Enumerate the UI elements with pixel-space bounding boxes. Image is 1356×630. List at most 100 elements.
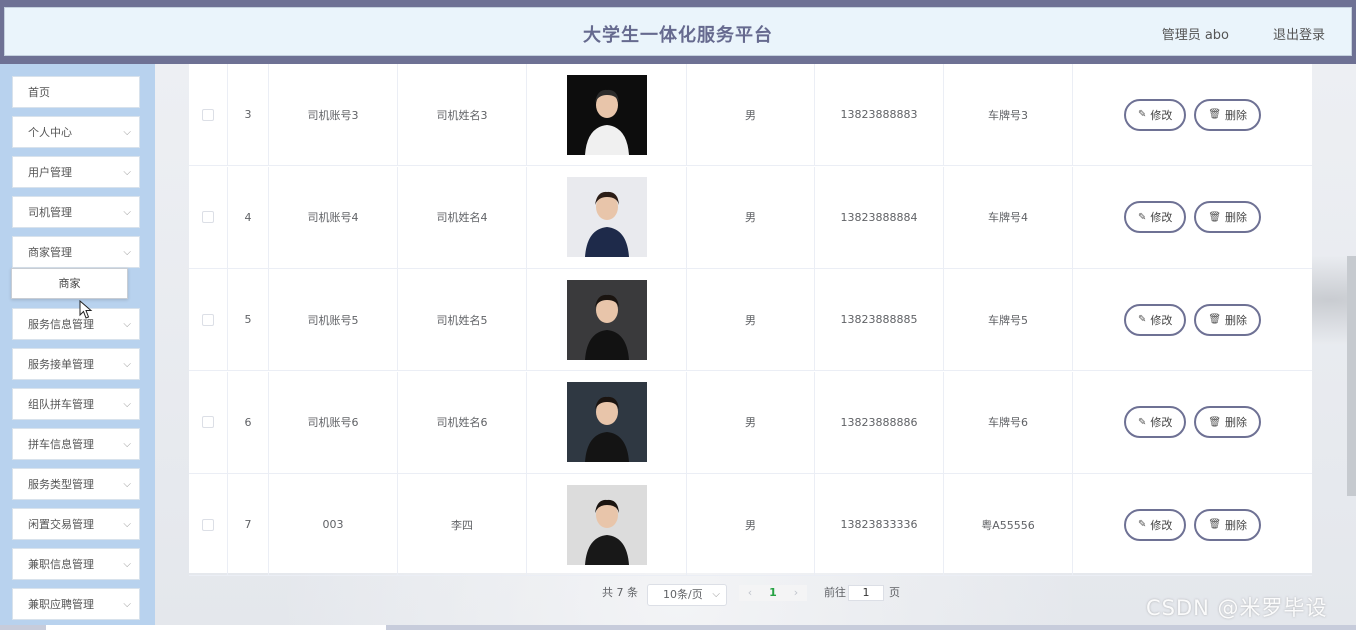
- table-row: 4 司机账号4 司机姓名4 男 13823888884 车牌号4 ✎ 修改 🗑 删除: [189, 166, 1312, 269]
- driver-account: 司机账号5: [269, 269, 398, 370]
- driver-plate-text: 车牌号5: [988, 313, 1028, 327]
- driver-plate-text: 车牌号4: [988, 211, 1028, 224]
- driver-photo: [566, 74, 647, 155]
- delete-button[interactable]: 🗑 删除: [1194, 201, 1262, 233]
- driver-name: 司机姓名6: [398, 371, 527, 473]
- trash-icon: 🗑: [1208, 416, 1222, 428]
- edit-button[interactable]: ✎ 修改: [1123, 508, 1187, 541]
- chevron-down-icon: ⌵: [123, 319, 131, 330]
- driver-table: 3 司机账号3 司机姓名3 男 13823888883 车牌号3 ✎ 修改 🗑 删除 4 司机账号4 司…: [189, 64, 1312, 576]
- sidebar-item[interactable]: 服务接单管理 ⌵: [12, 348, 140, 380]
- row-checkbox[interactable]: [202, 313, 214, 326]
- row-checkbox-cell: [189, 269, 228, 370]
- goto-page-input[interactable]: 1: [848, 585, 884, 601]
- top-accent-bar: [0, 0, 1356, 7]
- sidebar-item[interactable]: 司机管理 ⌵: [12, 196, 140, 228]
- edit-label: 修改: [1150, 518, 1173, 532]
- bottom-strip: [0, 625, 1356, 630]
- driver-photo-cell: [527, 64, 687, 165]
- delete-label: 删除: [1225, 416, 1248, 429]
- row-actions: ✎ 修改 🗑 删除: [1073, 372, 1312, 473]
- delete-button[interactable]: 🗑 删除: [1194, 406, 1262, 438]
- driver-plate: 车牌号3: [944, 64, 1073, 165]
- sidebar-item[interactable]: 兼职应聘管理 ⌵: [12, 588, 140, 620]
- driver-phone: 13823888886: [815, 371, 944, 473]
- delete-label: 删除: [1225, 518, 1248, 532]
- header: 大学生一体化服务平台 管理员 abo 退出登录: [0, 7, 1356, 64]
- sidebar-item[interactable]: 商家管理 ⌵: [12, 236, 140, 268]
- driver-plate: 粤A55556: [944, 474, 1073, 575]
- row-checkbox[interactable]: [202, 211, 214, 223]
- sidebar-item[interactable]: 个人中心 ⌵: [12, 116, 140, 148]
- sidebar-item[interactable]: 首页: [12, 76, 140, 108]
- submenu-item-merchant[interactable]: 商家: [11, 268, 128, 299]
- table-row: 7 003 李四男 13823833336 粤A55556 ✎ 修改 🗑 删除: [189, 474, 1312, 576]
- sidebar-item[interactable]: 兼职信息管理 ⌵: [12, 548, 140, 580]
- edit-label: 修改: [1150, 416, 1173, 429]
- edit-button[interactable]: ✎ 修改: [1123, 98, 1187, 131]
- row-index-text: 3: [244, 108, 252, 121]
- chevron-down-icon: ⌵: [123, 207, 131, 218]
- row-index: 7: [228, 474, 269, 575]
- pencil-icon: ✎: [1137, 211, 1147, 223]
- edit-button[interactable]: ✎ 修改: [1123, 201, 1187, 233]
- current-page-button[interactable]: 1: [761, 585, 785, 601]
- sidebar-item[interactable]: 闲置交易管理 ⌵: [12, 508, 140, 540]
- driver-photo: [566, 484, 647, 565]
- sidebar-item[interactable]: 组队拼车管理 ⌵: [12, 388, 140, 420]
- sidebar-item[interactable]: 拼车信息管理 ⌵: [12, 428, 140, 460]
- sidebar-item[interactable]: 服务信息管理 ⌵: [12, 308, 140, 340]
- driver-account: 003: [269, 474, 398, 575]
- sidebar-item[interactable]: 用户管理 ⌵: [12, 156, 140, 188]
- driver-name-text: 司机姓名3: [436, 108, 488, 122]
- driver-phone: 13823888883: [815, 64, 944, 165]
- row-actions: ✎ 修改 🗑 删除: [1073, 269, 1312, 370]
- driver-photo-frame: [566, 177, 647, 257]
- driver-photo-frame: [566, 382, 647, 462]
- sidebar-item-label: 司机管理: [28, 206, 72, 219]
- driver-name: 司机姓名3: [398, 64, 527, 165]
- driver-photo-frame: [566, 279, 647, 360]
- sidebar: [0, 64, 155, 630]
- sidebar-item-label: 个人中心: [28, 126, 72, 139]
- driver-gender-text: 男: [745, 416, 756, 429]
- page-size-select[interactable]: 10条/页 ⌵: [647, 584, 727, 606]
- driver-account-text: 003: [322, 518, 344, 531]
- row-checkbox[interactable]: [202, 108, 214, 121]
- delete-button[interactable]: 🗑 删除: [1194, 508, 1262, 541]
- table-row: 3 司机账号3 司机姓名3 男 13823888883 车牌号3 ✎ 修改 🗑 删除: [189, 64, 1312, 166]
- driver-photo-cell: [527, 371, 687, 473]
- edit-button[interactable]: ✎ 修改: [1123, 406, 1187, 438]
- logout-link[interactable]: 退出登录: [1273, 24, 1325, 43]
- delete-label: 删除: [1225, 313, 1248, 327]
- row-checkbox-cell: [189, 166, 228, 268]
- sidebar-item-label: 服务类型管理: [28, 478, 94, 491]
- driver-plate-text: 粤A55556: [981, 518, 1035, 532]
- sidebar-item-label: 闲置交易管理: [28, 518, 94, 531]
- driver-photo: [566, 382, 647, 462]
- prev-page-button[interactable]: ‹: [739, 585, 761, 601]
- row-checkbox[interactable]: [202, 416, 214, 428]
- header-panel: 大学生一体化服务平台 管理员 abo 退出登录: [4, 7, 1352, 56]
- delete-button[interactable]: 🗑 删除: [1194, 303, 1262, 336]
- row-checkbox[interactable]: [202, 518, 214, 531]
- next-page-button[interactable]: ›: [785, 585, 807, 601]
- driver-gender: 男: [687, 371, 815, 473]
- row-index: 6: [228, 371, 269, 473]
- chevron-down-icon: ⌵: [123, 479, 131, 490]
- sidebar-item[interactable]: 服务类型管理 ⌵: [12, 468, 140, 500]
- driver-account: 司机账号4: [269, 166, 398, 268]
- chevron-down-icon: ⌵: [123, 599, 131, 610]
- driver-gender: 男: [687, 269, 815, 370]
- driver-account-text: 司机账号3: [307, 108, 359, 122]
- trash-icon: 🗑: [1208, 314, 1222, 325]
- edit-button[interactable]: ✎ 修改: [1123, 303, 1187, 336]
- driver-plate: 车牌号5: [944, 269, 1073, 370]
- sidebar-item-label: 组队拼车管理: [28, 398, 94, 411]
- sidebar-item-label: 拼车信息管理: [28, 438, 94, 451]
- page-title: 大学生一体化服务平台: [583, 25, 773, 46]
- row-checkbox-cell: [189, 474, 228, 575]
- trash-icon: 🗑: [1208, 519, 1222, 530]
- scrollbar-thumb[interactable]: [1347, 256, 1356, 496]
- delete-button[interactable]: 🗑 删除: [1194, 98, 1262, 131]
